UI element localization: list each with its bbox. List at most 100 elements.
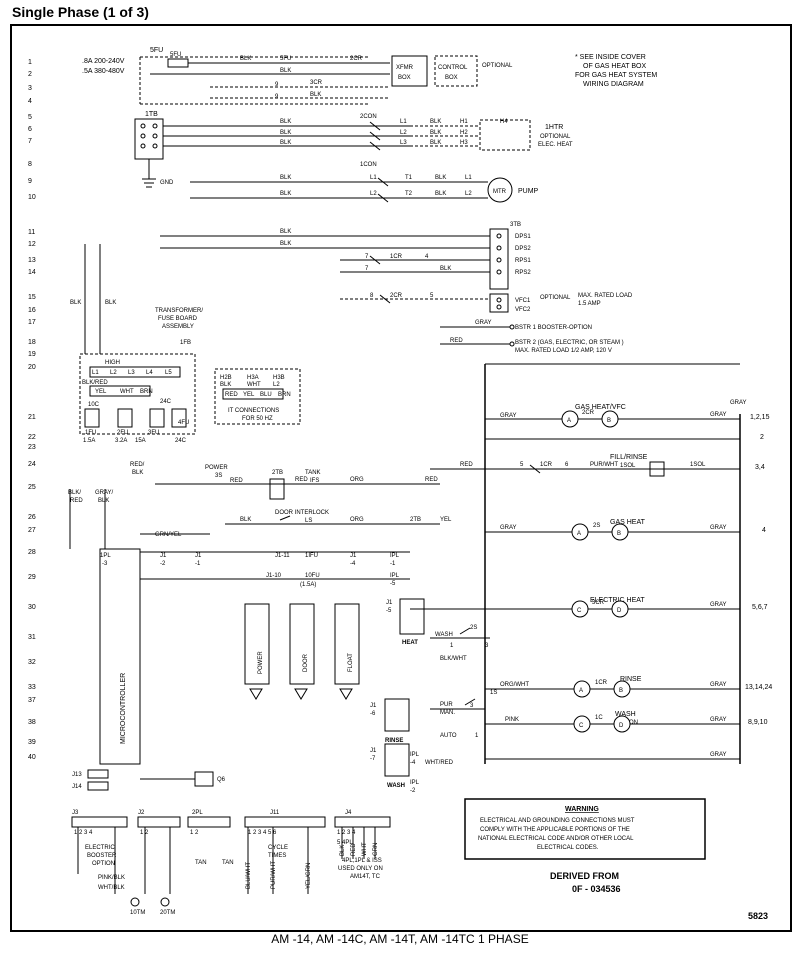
svg-text:1FB: 1FB <box>180 340 191 346</box>
svg-text:J1: J1 <box>160 553 167 559</box>
svg-text:BLK: BLK <box>430 130 441 136</box>
svg-text:L2: L2 <box>465 191 472 197</box>
svg-text:2CR: 2CR <box>582 410 595 416</box>
svg-text:C: C <box>579 723 584 729</box>
svg-text:VFC1: VFC1 <box>515 298 531 304</box>
svg-text:NATIONAL ELECTRICAL CODE AND/O: NATIONAL ELECTRICAL CODE AND/OR OTHER LO… <box>478 836 634 842</box>
svg-text:BLK: BLK <box>280 191 291 197</box>
svg-text:RINSE: RINSE <box>385 738 403 744</box>
svg-text:1CR: 1CR <box>540 462 553 468</box>
svg-text:L3: L3 <box>128 370 135 376</box>
svg-text:WARNING: WARNING <box>565 806 599 813</box>
svg-text:GRAY: GRAY <box>710 717 727 723</box>
svg-text:-5: -5 <box>386 608 392 614</box>
svg-text:RED: RED <box>351 843 357 856</box>
svg-text:L1: L1 <box>400 119 407 125</box>
svg-text:PUR/WHT: PUR/WHT <box>590 462 618 468</box>
svg-text:OPTIONAL: OPTIONAL <box>540 295 571 301</box>
svg-text:J1: J1 <box>386 600 393 606</box>
svg-text:-1: -1 <box>390 561 396 567</box>
svg-text:BLK: BLK <box>70 300 81 306</box>
svg-text:L3: L3 <box>400 140 407 146</box>
svg-text:BLK: BLK <box>240 517 251 523</box>
svg-text:IPL: IPL <box>410 752 420 758</box>
svg-text:ELECTRICAL AND GROUNDING CONNE: ELECTRICAL AND GROUNDING CONNECTIONS MUS… <box>480 818 635 824</box>
svg-text:RED: RED <box>70 498 83 504</box>
svg-text:2S: 2S <box>470 625 477 631</box>
caption: AM -14, AM -14C, AM -14T, AM -14TC 1 PHA… <box>0 932 800 946</box>
svg-text:GRAY: GRAY <box>475 320 492 326</box>
svg-text:11: 11 <box>28 229 35 236</box>
svg-text:XFMR: XFMR <box>396 65 414 71</box>
svg-text:3: 3 <box>28 85 32 92</box>
svg-text:3: 3 <box>470 703 474 709</box>
svg-text:-2: -2 <box>160 561 166 567</box>
svg-text:YEL: YEL <box>440 517 452 523</box>
svg-text:PINK/BLK: PINK/BLK <box>98 875 125 881</box>
fuse-spec: 5FU <box>150 47 163 54</box>
svg-text:30: 30 <box>28 604 36 611</box>
svg-text:3CR: 3CR <box>310 80 323 86</box>
svg-text:3CR: 3CR <box>592 600 605 606</box>
svg-text:13: 13 <box>28 257 36 264</box>
svg-text:MICROCONTROLLER: MICROCONTROLLER <box>120 673 127 744</box>
svg-text:B: B <box>607 418 611 424</box>
wiring-diagram: 12 34 56 78 910 1112 1314 1516 1718 1920… <box>10 24 788 928</box>
svg-text:FUSE BOARD: FUSE BOARD <box>158 316 198 322</box>
svg-text:TAN: TAN <box>222 860 234 866</box>
svg-text:2CON: 2CON <box>360 114 377 120</box>
page-title: Single Phase (1 of 3) <box>12 4 149 20</box>
svg-text:FOR 50 HZ: FOR 50 HZ <box>242 416 273 422</box>
svg-text:1CON: 1CON <box>360 162 377 168</box>
svg-text:23: 23 <box>28 444 36 451</box>
svg-text:8,9,10: 8,9,10 <box>748 719 768 726</box>
svg-text:27: 27 <box>28 527 36 534</box>
svg-text:16: 16 <box>28 307 36 314</box>
svg-text:1SOL: 1SOL <box>620 463 636 469</box>
svg-text:13,14,24: 13,14,24 <box>745 684 772 691</box>
svg-text:IPL: IPL <box>390 573 400 579</box>
svg-text:BLK: BLK <box>280 241 291 247</box>
svg-text:1C: 1C <box>595 715 603 721</box>
svg-text:GRAY: GRAY <box>500 413 517 419</box>
svg-text:0F - 034536: 0F - 034536 <box>572 884 621 894</box>
svg-text:ORG: ORG <box>350 477 364 483</box>
svg-text:-2: -2 <box>410 788 416 794</box>
svg-text:RED: RED <box>225 392 238 398</box>
svg-text:.5A 380-480V: .5A 380-480V <box>82 68 125 75</box>
svg-text:RED: RED <box>450 338 463 344</box>
svg-text:BLK: BLK <box>435 175 446 181</box>
svg-text:1.5 AMP: 1.5 AMP <box>578 301 601 307</box>
svg-text:4FU: 4FU <box>178 420 189 426</box>
svg-text:24C: 24C <box>160 399 172 405</box>
svg-text:L1: L1 <box>92 370 99 376</box>
svg-text:WIRING DIAGRAM: WIRING DIAGRAM <box>583 81 644 88</box>
led-triangle <box>250 689 352 699</box>
note-see-inside: * SEE INSIDE COVER <box>575 54 646 61</box>
svg-text:A: A <box>579 688 583 694</box>
svg-text:MAX. RATED LOAD: MAX. RATED LOAD <box>578 293 633 299</box>
svg-text:19: 19 <box>28 351 36 358</box>
svg-text:USED ONLY ON: USED ONLY ON <box>338 866 383 872</box>
svg-text:5FU: 5FU <box>280 56 291 62</box>
svg-text:BLK: BLK <box>132 470 143 476</box>
svg-text:FILL/RINSE: FILL/RINSE <box>610 454 648 461</box>
svg-text:BLK: BLK <box>220 382 231 388</box>
svg-text:MAX. RATED LOAD 1/2 AMP, 120 V: MAX. RATED LOAD 1/2 AMP, 120 V <box>515 348 612 354</box>
svg-text:J13: J13 <box>72 772 82 778</box>
svg-text:-4: -4 <box>410 760 416 766</box>
svg-text:IFS: IFS <box>310 478 319 484</box>
svg-text:D: D <box>619 723 624 729</box>
svg-text:H3: H3 <box>460 140 468 146</box>
svg-text:14: 14 <box>28 269 36 276</box>
svg-text:3FU: 3FU <box>148 430 159 436</box>
svg-text:2CR: 2CR <box>350 56 363 62</box>
svg-text:GRAY: GRAY <box>710 602 727 608</box>
svg-text:(1.5A): (1.5A) <box>300 582 316 588</box>
svg-text:BLU/WHT: BLU/WHT <box>246 862 252 889</box>
svg-text:10FU: 10FU <box>305 573 320 579</box>
svg-text:IPL: IPL <box>390 553 400 559</box>
svg-text:COMPLY WITH THE APPLICABLE POR: COMPLY WITH THE APPLICABLE PORTIONS OF T… <box>480 827 630 833</box>
svg-text:GRAY: GRAY <box>710 682 727 688</box>
svg-text:ELECTRIC: ELECTRIC <box>85 845 115 851</box>
